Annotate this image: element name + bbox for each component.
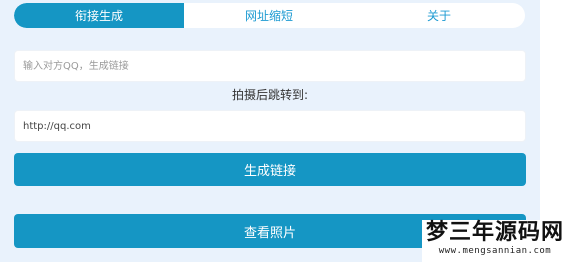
tab-url-shorten[interactable]: 网址缩短 xyxy=(184,3,354,28)
generate-link-button[interactable]: 生成链接 xyxy=(14,153,526,186)
tab-link-generate[interactable]: 衔接生成 xyxy=(14,3,184,28)
qq-input[interactable] xyxy=(14,50,526,82)
tab-bar: 衔接生成 网址缩短 关于 xyxy=(14,3,525,28)
tab-about[interactable]: 关于 xyxy=(354,3,524,28)
redirect-url-input[interactable] xyxy=(14,110,526,142)
watermark-title: 梦三年源码网 xyxy=(425,220,564,245)
watermark-url: www.mengsannian.com xyxy=(438,246,552,256)
redirect-label: 拍摄后跳转到: xyxy=(231,88,309,102)
watermark: 梦三年源码网 www.mengsannian.com xyxy=(422,220,568,262)
